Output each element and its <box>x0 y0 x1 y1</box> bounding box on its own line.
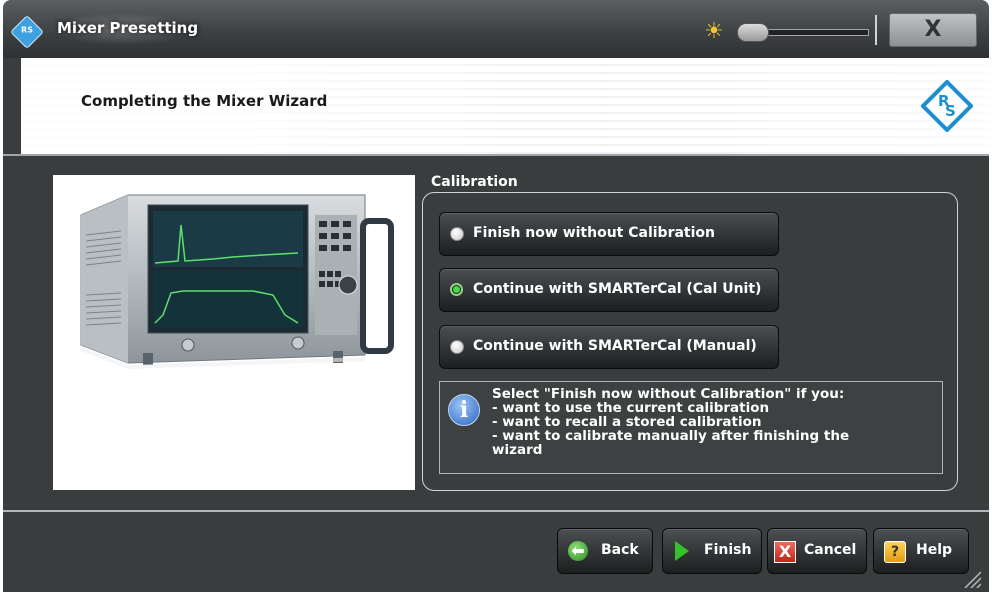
title-bar[interactable]: RS Mixer Presetting ☀ X <box>3 0 989 58</box>
finish-button-label: Finish <box>704 542 752 558</box>
cancel-button-label: Cancel <box>804 542 857 558</box>
option-smartercal-cal-unit[interactable]: Continue with SMARTerCal (Cal Unit) <box>439 268 779 312</box>
radio-icon <box>450 227 464 241</box>
finish-button[interactable]: Finish <box>662 528 762 574</box>
help-button[interactable]: ? Help <box>873 528 969 574</box>
window-title: Mixer Presetting <box>57 19 199 37</box>
option-label: Finish now without Calibration <box>473 225 716 241</box>
wizard-page-title: Completing the Mixer Wizard <box>81 92 328 110</box>
info-line: wizard <box>492 442 543 458</box>
cancel-x-icon: X <box>774 541 796 563</box>
info-line: - want to use the current calibration <box>492 400 770 416</box>
svg-text:S: S <box>945 102 956 120</box>
info-line: - want to calibrate manually after finis… <box>492 428 850 444</box>
slider-end-mark <box>875 15 877 45</box>
play-arrow-icon <box>675 541 689 561</box>
close-button[interactable]: X <box>889 13 977 47</box>
radio-selected-icon <box>450 283 463 296</box>
option-finish-without-calibration[interactable]: Finish now without Calibration <box>439 212 779 256</box>
banner-divider <box>3 154 989 156</box>
option-label: Continue with SMARTerCal (Manual) <box>473 338 757 354</box>
resize-grip-icon[interactable] <box>961 568 981 588</box>
wizard-window: RS Mixer Presetting ☀ X Completing the M… <box>3 0 989 592</box>
back-button[interactable]: ⬅ Back <box>557 528 653 574</box>
footer-divider <box>3 510 989 512</box>
option-label: Continue with SMARTerCal (Cal Unit) <box>473 281 762 297</box>
transparency-slider-thumb[interactable] <box>737 23 769 42</box>
rs-logo-icon: R S <box>921 80 973 132</box>
option-smartercal-manual[interactable]: Continue with SMARTerCal (Manual) <box>439 325 779 369</box>
radio-icon <box>450 340 464 354</box>
rs-app-icon: RS <box>10 15 44 49</box>
info-line: - want to recall a stored calibration <box>492 414 762 430</box>
info-line: Select "Finish now without Calibration" … <box>492 386 845 402</box>
info-box: i Select "Finish now without Calibration… <box>439 381 943 474</box>
back-button-label: Back <box>601 542 639 558</box>
wizard-banner: Completing the Mixer Wizard R S <box>21 58 989 154</box>
product-image <box>53 175 415 490</box>
back-arrow-icon: ⬅ <box>568 541 588 561</box>
info-icon: i <box>448 394 480 426</box>
help-question-icon: ? <box>884 541 906 563</box>
sun-icon: ☀ <box>704 19 724 44</box>
calibration-group-label: Calibration <box>431 174 518 190</box>
info-text: Select "Finish now without Calibration" … <box>492 387 849 457</box>
cancel-button[interactable]: X Cancel <box>767 528 867 574</box>
help-button-label: Help <box>916 542 953 558</box>
